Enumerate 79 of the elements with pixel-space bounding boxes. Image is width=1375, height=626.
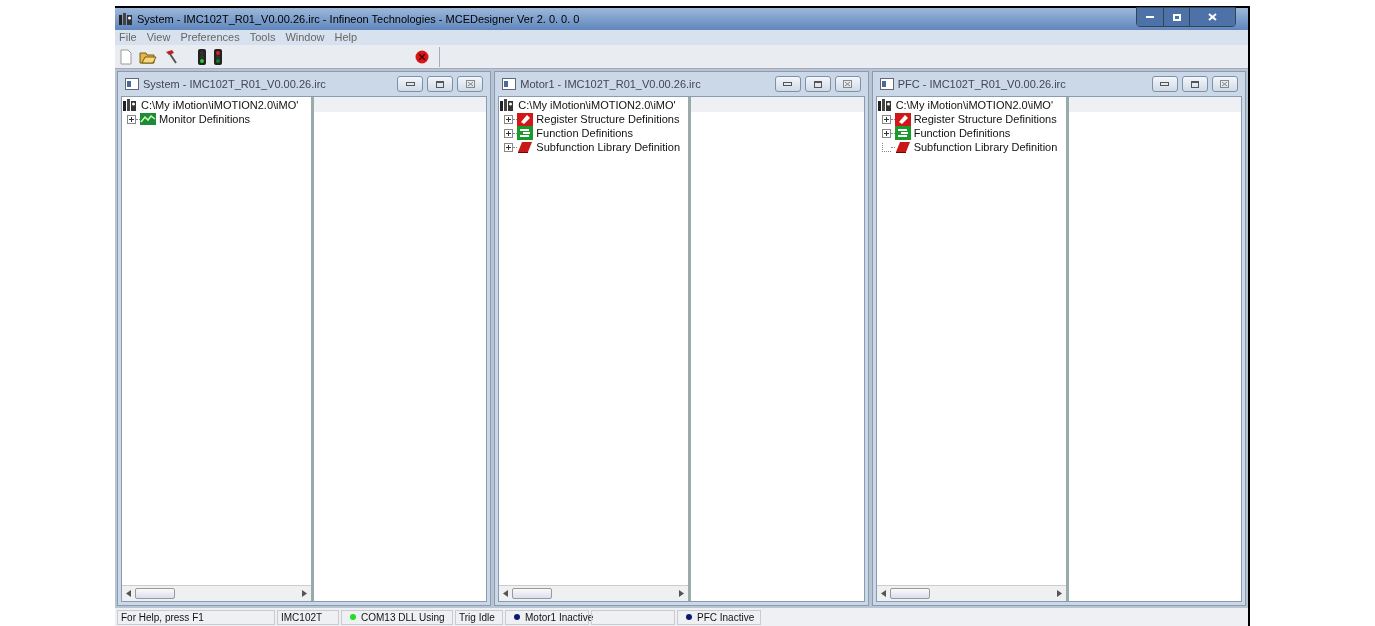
menu-item[interactable]: View bbox=[146, 29, 171, 46]
expand-icon[interactable] bbox=[881, 114, 891, 124]
stop-icon[interactable] bbox=[415, 49, 429, 64]
maximize-button[interactable] bbox=[1163, 8, 1189, 26]
expand-icon[interactable] bbox=[504, 114, 514, 124]
minimize-icon bbox=[783, 82, 793, 86]
restore-button[interactable] bbox=[1182, 76, 1208, 92]
scroll-thumb[interactable] bbox=[135, 588, 175, 599]
register-icon bbox=[894, 112, 911, 126]
app-icon bbox=[119, 13, 133, 25]
minimize-button[interactable] bbox=[1137, 8, 1163, 26]
horizontal-scrollbar[interactable] bbox=[499, 585, 689, 601]
minimize-icon bbox=[1146, 16, 1154, 18]
status-panel: For Help, press F1 bbox=[117, 609, 275, 625]
status-text: Motor1 Inactive bbox=[525, 610, 594, 625]
scroll-thumb[interactable] bbox=[889, 588, 930, 599]
expand-icon[interactable] bbox=[881, 128, 891, 138]
restore-icon bbox=[436, 80, 445, 88]
status-text: COM13 DLL Using bbox=[361, 610, 445, 625]
horizontal-scrollbar[interactable] bbox=[876, 585, 1066, 601]
minimize-button[interactable] bbox=[1152, 76, 1178, 92]
status-text: PFC Inactive bbox=[697, 610, 755, 625]
minimize-icon bbox=[405, 82, 415, 86]
tree-item[interactable]: Register Structure Definitions bbox=[536, 112, 680, 126]
menu-item[interactable]: Window bbox=[285, 29, 325, 46]
window-title: System - IMC102T_R01_V0.00.26.irc - Infineon Technologies - MCEDesigner Ver 2. 0. 0. 0 bbox=[137, 11, 580, 27]
left-arrow-icon[interactable] bbox=[503, 590, 509, 597]
tree-item[interactable]: Register Structure Definitions bbox=[913, 112, 1057, 126]
chart-icon bbox=[140, 113, 156, 125]
window-icon bbox=[125, 78, 139, 90]
scroll-thumb[interactable] bbox=[512, 588, 553, 599]
restore-button[interactable] bbox=[804, 76, 831, 92]
status-panel: Trig Idle bbox=[455, 609, 503, 625]
book-icon bbox=[517, 140, 534, 154]
maximize-icon bbox=[1172, 13, 1181, 21]
right-arrow-icon[interactable] bbox=[679, 590, 685, 597]
tree-root[interactable]: C:\My iMotion\iMOTION2.0\iMO' bbox=[141, 98, 299, 112]
close-icon bbox=[1220, 80, 1230, 88]
status-panel: IMC102T bbox=[277, 609, 339, 625]
window-title: Motor1 - IMC102T_R01_V0.00.26.irc bbox=[520, 76, 701, 92]
tree-item[interactable]: Subfunction Library Definition bbox=[913, 140, 1058, 154]
expand-icon[interactable] bbox=[504, 142, 514, 152]
restore-icon bbox=[1191, 80, 1199, 88]
list-icon bbox=[894, 126, 911, 140]
traffic-light-icon[interactable] bbox=[197, 48, 207, 65]
menu-item[interactable]: Help bbox=[334, 29, 358, 46]
list-icon bbox=[517, 126, 534, 140]
minimize-button[interactable] bbox=[774, 76, 801, 92]
restore-button[interactable] bbox=[427, 76, 454, 92]
close-icon bbox=[1208, 13, 1217, 21]
right-arrow-icon[interactable] bbox=[302, 590, 307, 597]
menu-item[interactable]: File bbox=[119, 29, 137, 46]
close-icon bbox=[843, 80, 853, 88]
traffic-light-icon[interactable] bbox=[213, 48, 223, 65]
close-icon bbox=[465, 80, 475, 88]
minimize-button[interactable] bbox=[397, 76, 424, 92]
menu-item[interactable]: Preferences bbox=[180, 29, 240, 46]
right-arrow-icon[interactable] bbox=[1056, 590, 1062, 597]
tree-item[interactable]: Function Definitions bbox=[913, 126, 1011, 140]
horizontal-scrollbar[interactable] bbox=[122, 585, 311, 601]
menu-item[interactable]: Tools bbox=[249, 29, 276, 46]
tree-item[interactable]: Function Definitions bbox=[536, 126, 633, 140]
window-icon bbox=[502, 78, 517, 90]
book-icon bbox=[894, 140, 911, 154]
expand-icon[interactable] bbox=[504, 128, 514, 138]
window-title: System - IMC102T_R01_V0.00.26.irc bbox=[143, 76, 326, 92]
tree-item[interactable]: Monitor Definitions bbox=[159, 112, 251, 126]
register-icon bbox=[517, 112, 534, 126]
tree-root[interactable]: C:\My iMotion\iMOTION2.0\iMO' bbox=[895, 98, 1053, 112]
window-title: PFC - IMC102T_R01_V0.00.26.irc bbox=[897, 76, 1066, 92]
tree-root[interactable]: C:\My iMotion\iMOTION2.0\iMO' bbox=[518, 98, 676, 112]
minimize-icon bbox=[1160, 82, 1170, 86]
expand-icon[interactable] bbox=[127, 114, 136, 124]
tree-item[interactable]: Subfunction Library Definition bbox=[536, 140, 681, 154]
restore-icon bbox=[813, 80, 822, 88]
left-arrow-icon[interactable] bbox=[126, 590, 131, 597]
window-icon bbox=[879, 78, 894, 90]
close-button[interactable] bbox=[1189, 8, 1235, 26]
left-arrow-icon[interactable] bbox=[880, 590, 886, 597]
